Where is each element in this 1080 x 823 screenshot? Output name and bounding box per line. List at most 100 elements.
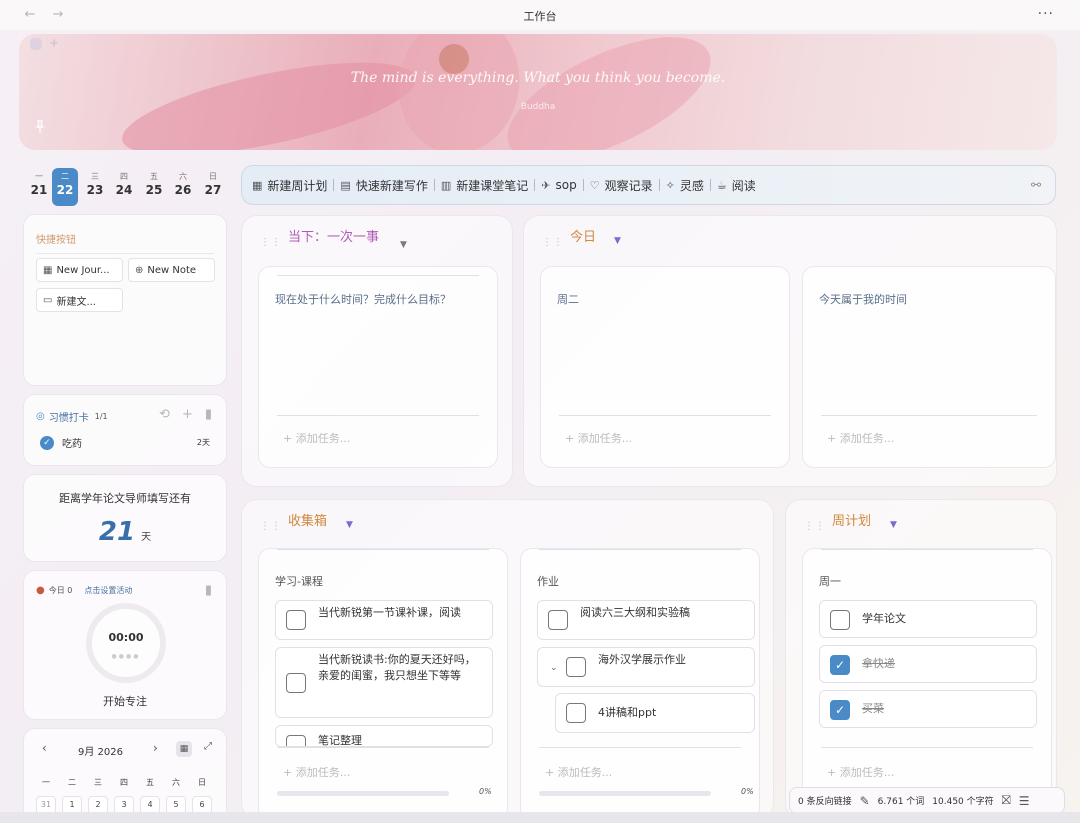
banner-author: Buddha xyxy=(520,102,556,112)
sync-off-icon[interactable]: ⛝ xyxy=(1002,793,1011,808)
task-item[interactable]: ✓ 买菜 xyxy=(819,690,1037,728)
drag-handle-icon[interactable]: ⋮⋮ xyxy=(260,522,281,536)
task-item[interactable]: 笔记整理 xyxy=(275,725,493,747)
add-tab-icon[interactable]: + xyxy=(49,36,59,50)
start-focus-button[interactable]: 开始专注 xyxy=(24,693,226,709)
day-wed[interactable]: 三 23 xyxy=(82,168,108,206)
window-title: 工作台 xyxy=(523,10,557,23)
heart-icon: ♡ xyxy=(589,178,600,192)
task-checkbox[interactable] xyxy=(286,735,306,746)
pencil-icon[interactable]: ✎ xyxy=(860,794,870,808)
day-sat[interactable]: 六 26 xyxy=(170,168,196,206)
habit-check-icon[interactable]: ✓ xyxy=(40,435,54,450)
quick-new-writing-button[interactable]: ▤ 快速新建写作 xyxy=(340,177,427,194)
banner-quote: The mind is everything. What you think y… xyxy=(350,70,726,86)
timer-ring[interactable]: 00:00 ●●●● xyxy=(86,603,166,683)
day-tue[interactable]: 二 22 xyxy=(52,168,78,206)
task-item[interactable]: 阅读六三大纲和实验稿 xyxy=(537,600,755,640)
task-checkbox[interactable] xyxy=(286,610,306,630)
weekly-plan-title: 周计划 xyxy=(832,514,872,529)
drag-handle-icon[interactable]: ⋮⋮ xyxy=(804,522,825,536)
toolbar-settings-icon[interactable]: ⚯ xyxy=(1031,178,1041,192)
calendar-weekdays: 一 二 三 四 五 六 日 xyxy=(42,778,206,787)
today-column-2: 今天属于我的时间 + 添加任务... xyxy=(802,266,1056,468)
next-month-icon[interactable]: › xyxy=(153,741,158,755)
new-class-note-button[interactable]: ▥ 新建课堂笔记 xyxy=(441,177,528,194)
column-title: 作业 xyxy=(537,575,559,588)
task-checkbox[interactable] xyxy=(830,610,850,630)
task-item[interactable]: 当代新锐第一节课补课，阅读 xyxy=(275,600,493,640)
task-checkbox[interactable] xyxy=(548,610,568,630)
new-weekly-plan-button[interactable]: ▦ 新建周计划 xyxy=(252,177,327,194)
chart-bars-icon[interactable]: ▮ xyxy=(205,583,212,598)
progress-percent: 0% xyxy=(741,787,754,796)
add-task-button[interactable]: + 添加任务... xyxy=(565,430,632,446)
quick-buttons-card: 快捷按钮 ▦ New Jour... ⊕ New Note ▭ 新建文... xyxy=(23,214,227,386)
new-journal-button[interactable]: ▦ New Jour... xyxy=(36,258,123,282)
column-title: 学习-课程 xyxy=(275,575,323,588)
focus-timer-card: ● 今日 0 点击设置活动 ▮ 00:00 ●●●● 开始专注 xyxy=(23,570,227,720)
new-note-button[interactable]: ⊕ New Note xyxy=(128,258,215,282)
countdown-title: 距离学年论文导师填写还有 xyxy=(59,492,191,505)
plus-circle-icon: ⊕ xyxy=(135,264,144,276)
history-icon[interactable]: ⟲ xyxy=(159,407,170,422)
task-item[interactable]: ⌄ 海外汉学展示作业 xyxy=(537,647,755,687)
backlinks-count[interactable]: 0 条反向链接 xyxy=(798,794,852,807)
today-column-1: 周二 + 添加任务... xyxy=(540,266,790,468)
task-checkbox[interactable] xyxy=(566,703,586,723)
expand-icon[interactable]: ⤢ xyxy=(204,741,212,752)
add-task-button[interactable]: + 添加任务... xyxy=(283,430,350,446)
forward-arrow-icon[interactable]: → xyxy=(50,7,66,23)
task-item[interactable]: 当代新锐读书:你的夏天还好吗，亲爱的闺蜜，我只想坐下等等 xyxy=(275,647,493,718)
day-mon[interactable]: 一 21 xyxy=(26,168,52,206)
countdown-card: 距离学年论文导师填写还有 21 天 xyxy=(23,474,227,562)
checked-checkbox-icon[interactable]: ✓ xyxy=(830,700,850,720)
task-checkbox[interactable] xyxy=(286,673,306,693)
collapse-triangle-icon[interactable]: ▼ xyxy=(400,240,407,250)
inspiration-button[interactable]: ✧ 灵感 xyxy=(666,177,704,194)
new-folder-button[interactable]: ▭ 新建文... xyxy=(36,288,123,312)
pin-icon[interactable] xyxy=(33,120,47,134)
day-thu[interactable]: 四 24 xyxy=(111,168,137,206)
day-sun[interactable]: 日 27 xyxy=(200,168,226,206)
focus-today: 今日 0 xyxy=(48,586,73,595)
banner-tab-icon[interactable] xyxy=(30,38,42,50)
add-task-button[interactable]: + 添加任务... xyxy=(827,430,894,446)
quick-action-toolbar: ▦ 新建周计划 ▤ 快速新建写作 ▥ 新建课堂笔记 ✈ sop ♡ 观察记录 ✧ 灵感 ☕ 阅… xyxy=(241,165,1056,205)
back-arrow-icon[interactable]: ← xyxy=(22,7,38,23)
focus-setup-link[interactable]: 点击设置活动 xyxy=(84,585,132,596)
drag-handle-icon[interactable]: ⋮⋮ xyxy=(260,238,281,252)
title-bar: ← → 工作台 ··· xyxy=(0,0,1080,30)
collapse-triangle-icon[interactable]: ▼ xyxy=(614,236,621,246)
chart-bars-icon[interactable]: ▮ xyxy=(205,407,212,422)
reading-button[interactable]: ☕ 阅读 xyxy=(717,177,756,194)
collapse-triangle-icon[interactable]: ▼ xyxy=(346,520,353,530)
chevron-down-icon[interactable]: ⌄ xyxy=(550,660,558,676)
layers-icon[interactable]: ☰ xyxy=(1019,794,1030,808)
checked-checkbox-icon[interactable]: ✓ xyxy=(830,655,850,675)
plane-icon: ✈ xyxy=(541,178,551,192)
prev-month-icon[interactable]: ‹ xyxy=(42,741,47,755)
more-options-icon[interactable]: ··· xyxy=(1038,6,1054,22)
sop-button[interactable]: ✈ sop xyxy=(541,178,576,192)
now-column: 现在处于什么时间？完成什么目标？ + 添加任务... xyxy=(258,266,498,468)
countdown-value: 21 xyxy=(98,517,136,547)
day-fri[interactable]: 五 25 xyxy=(141,168,167,206)
inbox-column-homework: 作业 阅读六三大纲和实验稿 ⌄ 海外汉学展示作业 4讲稿和ppt + 添加任务.… xyxy=(520,548,760,820)
add-task-button[interactable]: + 添加任务... xyxy=(827,764,894,780)
calendar-icon[interactable]: ▦ xyxy=(176,741,192,757)
add-task-button[interactable]: + 添加任务... xyxy=(545,764,612,780)
add-task-button[interactable]: + 添加任务... xyxy=(283,764,350,780)
task-checkbox[interactable] xyxy=(566,657,586,677)
drag-handle-icon[interactable]: ⋮⋮ xyxy=(542,238,563,252)
collapse-triangle-icon[interactable]: ▼ xyxy=(890,520,897,530)
today-column-2-title: 今天属于我的时间 xyxy=(819,293,907,306)
add-habit-icon[interactable]: + xyxy=(182,407,193,422)
habit-item: 吃药 xyxy=(62,439,82,450)
task-item[interactable]: 学年论文 xyxy=(819,600,1037,638)
calendar-card: ‹ 9月 2026 › ▦ ⤢ 一 二 三 四 五 六 日 31 1 2 3 4… xyxy=(23,728,227,814)
observation-record-button[interactable]: ♡ 观察记录 xyxy=(590,177,653,194)
task-item[interactable]: ✓ 拿快递 xyxy=(819,645,1037,683)
subtask-item[interactable]: 4讲稿和ppt xyxy=(555,693,755,733)
progress-percent: 0% xyxy=(479,787,492,796)
